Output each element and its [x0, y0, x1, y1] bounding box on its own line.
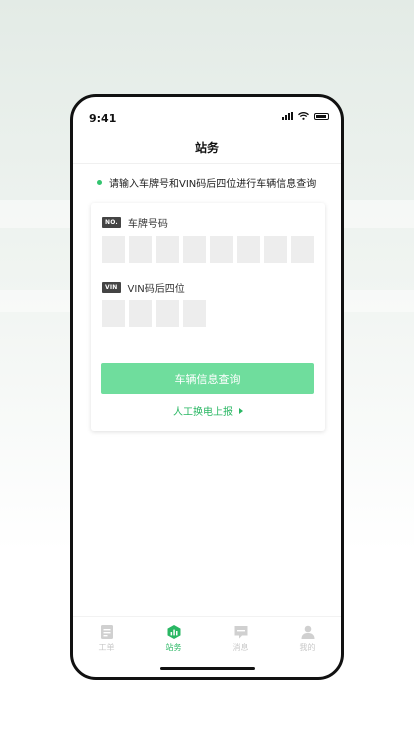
query-card: NO. 车牌号码 VIN VIN码后四位 车辆信息查询 人工换电上报 [91, 203, 325, 431]
plate-char-box[interactable] [156, 236, 179, 263]
plate-char-box[interactable] [102, 236, 125, 263]
tip-text: 请输入车牌号和VIN码后四位进行车辆信息查询 [109, 179, 317, 190]
plate-char-box[interactable] [291, 236, 314, 263]
tab-label: 工单 [98, 643, 115, 652]
vin-input-boxes[interactable] [102, 300, 206, 327]
battery-icon [314, 112, 329, 120]
signal-icon [282, 112, 293, 120]
status-icons [282, 112, 329, 120]
user-icon [301, 625, 314, 639]
plate-char-box[interactable] [264, 236, 287, 263]
manual-swap-report-label: 人工换电上报 [173, 407, 233, 418]
tab-label: 站务 [165, 643, 182, 652]
phone-frame: 9:41 站务 请输入车牌号和VIN码后四位进行车辆信息查询 NO. 车牌号码 [70, 94, 344, 680]
plate-input-boxes[interactable] [102, 236, 314, 263]
document-icon [100, 625, 113, 639]
vin-label-row: VIN VIN码后四位 [102, 280, 185, 295]
manual-swap-report-link[interactable]: 人工换电上报 [91, 403, 325, 418]
vin-char-box[interactable] [102, 300, 125, 327]
plate-tag-icon: NO. [102, 217, 121, 228]
plate-label: 车牌号码 [127, 219, 168, 230]
tab-label: 消息 [232, 643, 249, 652]
bottom-tab-bar: 工单 站务 消息 我的 [73, 616, 341, 657]
status-time: 9:41 [89, 112, 117, 125]
header-divider [73, 163, 341, 164]
tab-station[interactable]: 站务 [140, 617, 207, 657]
vehicle-query-button[interactable]: 车辆信息查询 [101, 363, 314, 394]
plate-char-box[interactable] [183, 236, 206, 263]
plate-label-row: NO. 车牌号码 [102, 215, 168, 230]
plate-char-box[interactable] [237, 236, 260, 263]
vin-char-box[interactable] [129, 300, 152, 327]
tip-dot-icon [97, 180, 102, 185]
wifi-icon [298, 112, 309, 120]
status-bar: 9:41 [73, 97, 341, 137]
tab-messages[interactable]: 消息 [207, 617, 274, 657]
tab-work-order[interactable]: 工单 [73, 617, 140, 657]
station-icon [167, 625, 180, 639]
plate-char-box[interactable] [129, 236, 152, 263]
plate-char-box[interactable] [210, 236, 233, 263]
vin-char-box[interactable] [183, 300, 206, 327]
vin-char-box[interactable] [156, 300, 179, 327]
vin-tag-icon: VIN [102, 282, 121, 293]
play-arrow-icon [239, 408, 243, 414]
tab-profile[interactable]: 我的 [274, 617, 341, 657]
message-icon [234, 626, 247, 639]
tab-label: 我的 [299, 643, 316, 652]
home-indicator [160, 667, 255, 670]
tip-line: 请输入车牌号和VIN码后四位进行车辆信息查询 [97, 175, 321, 190]
vin-label: VIN码后四位 [127, 284, 185, 295]
page-title: 站务 [194, 141, 219, 155]
